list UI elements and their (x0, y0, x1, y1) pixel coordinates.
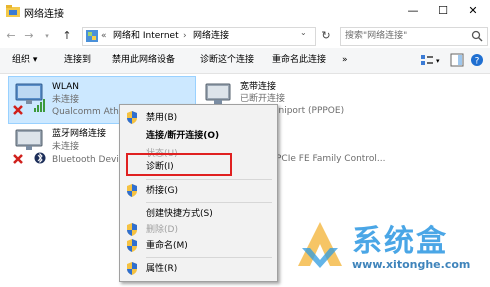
more-commands-button[interactable]: » (342, 53, 348, 68)
disable-device-button[interactable]: 禁用此网络设备 (112, 53, 175, 68)
menu-separator (146, 179, 272, 180)
svg-text:?: ? (475, 57, 480, 67)
connection-adapter: PCIe FE Family Control... (276, 154, 386, 164)
search-input[interactable]: 搜索"网络连接" (340, 27, 488, 46)
help-icon[interactable]: ? (470, 53, 484, 67)
rename-connection-button[interactable]: 重命名此连接 (272, 53, 326, 68)
connection-adapter: iniport (PPPOE) (276, 106, 345, 116)
refresh-icon[interactable]: ↻ (318, 28, 334, 44)
connection-name: WLAN (52, 82, 80, 92)
menu-item-disable[interactable]: 禁用(B) (120, 109, 277, 127)
title-bar: 网络连接 — ☐ ✕ (0, 0, 490, 24)
uac-shield-icon (127, 239, 137, 252)
organize-menu[interactable]: 组织 ▾ (12, 53, 37, 68)
back-arrow-icon[interactable]: ← (4, 28, 18, 44)
breadcrumb-overflow[interactable]: « (101, 29, 107, 44)
forward-arrow-icon[interactable]: → (22, 28, 36, 44)
watermark-logo (298, 222, 342, 268)
site-watermark: 系统盒 www.xitonghe.com (292, 214, 488, 284)
connection-adapter: Bluetooth Devic (52, 155, 124, 165)
watermark-brand: 系统盒 (352, 224, 448, 259)
search-placeholder: 搜索"网络连接" (345, 31, 408, 41)
up-arrow-icon[interactable]: ↑ (60, 28, 74, 44)
menu-item-label: 连接/断开连接(O) (146, 131, 220, 141)
preview-pane-icon[interactable] (450, 53, 464, 67)
breadcrumb-separator: › (183, 31, 187, 41)
address-dropdown-icon[interactable]: ⌄ (300, 27, 307, 39)
menu-separator (146, 202, 272, 203)
network-folder-icon (6, 5, 20, 17)
menu-item-label: 属性(R) (146, 264, 178, 274)
wifi-adapter-icon (13, 83, 45, 115)
context-menu: 禁用(B) 连接/断开连接(O) 状态(U) 诊断(I) 桥接(G) 创建快捷方… (119, 104, 278, 282)
search-icon (471, 30, 483, 42)
connection-status: 未连接 (52, 142, 80, 152)
uac-shield-icon (127, 184, 137, 197)
menu-item-label: 重命名(M) (146, 241, 188, 251)
connection-status: 未连接 (52, 95, 80, 105)
network-connections-window: 网络连接 — ☐ ✕ ← → ▾ ↑ « 网络和 Internet › 网络连接… (0, 0, 490, 287)
menu-item-properties[interactable]: 属性(R) (120, 260, 277, 278)
connection-adapter: Qualcomm Athe (52, 107, 125, 117)
connection-name: 宽带连接 (240, 82, 277, 92)
uac-shield-icon (127, 111, 137, 124)
uac-shield-icon (127, 223, 137, 236)
watermark-url: www.xitonghe.com (352, 258, 471, 271)
breadcrumb-network-internet[interactable]: 网络和 Internet (113, 29, 179, 44)
menu-item-label: 桥接(G) (146, 186, 178, 196)
diagnose-connection-button[interactable]: 诊断这个连接 (200, 53, 254, 68)
bluetooth-adapter-icon (13, 129, 46, 164)
address-bar-row: ← → ▾ ↑ « 网络和 Internet › 网络连接 ⌄ ↻ 搜索"网络连… (0, 24, 490, 49)
view-options-icon[interactable] (420, 53, 434, 67)
connect-to-button[interactable]: 连接到 (64, 53, 91, 68)
maximize-button[interactable]: ☐ (428, 0, 458, 22)
control-panel-icon (86, 30, 98, 42)
breadcrumb-network-connections[interactable]: 网络连接 (193, 29, 229, 44)
view-dropdown-icon[interactable]: ▾ (436, 54, 440, 69)
recent-dropdown-icon[interactable]: ▾ (40, 28, 54, 44)
menu-item-rename[interactable]: 重命名(M) (120, 237, 277, 255)
menu-item-label: 删除(D) (146, 225, 178, 235)
diagnose-highlight-annotation (126, 153, 232, 176)
menu-separator (146, 257, 272, 258)
uac-shield-icon (127, 262, 137, 275)
menu-item-connect-disconnect[interactable]: 连接/断开连接(O) (120, 127, 277, 145)
window-title: 网络连接 (24, 9, 64, 20)
command-toolbar: 组织 ▾ 连接到 禁用此网络设备 诊断这个连接 重命名此连接 » ▾ ? (0, 48, 490, 74)
menu-item-label: 禁用(B) (146, 113, 178, 123)
address-input[interactable]: « 网络和 Internet › 网络连接 (82, 27, 316, 46)
menu-item-bridge[interactable]: 桥接(G) (120, 182, 277, 200)
menu-item-label: 创建快捷方式(S) (146, 209, 213, 219)
close-button[interactable]: ✕ (458, 0, 488, 22)
minimize-button[interactable]: — (398, 0, 428, 22)
connection-name: 蓝牙网络连接 (52, 129, 107, 139)
